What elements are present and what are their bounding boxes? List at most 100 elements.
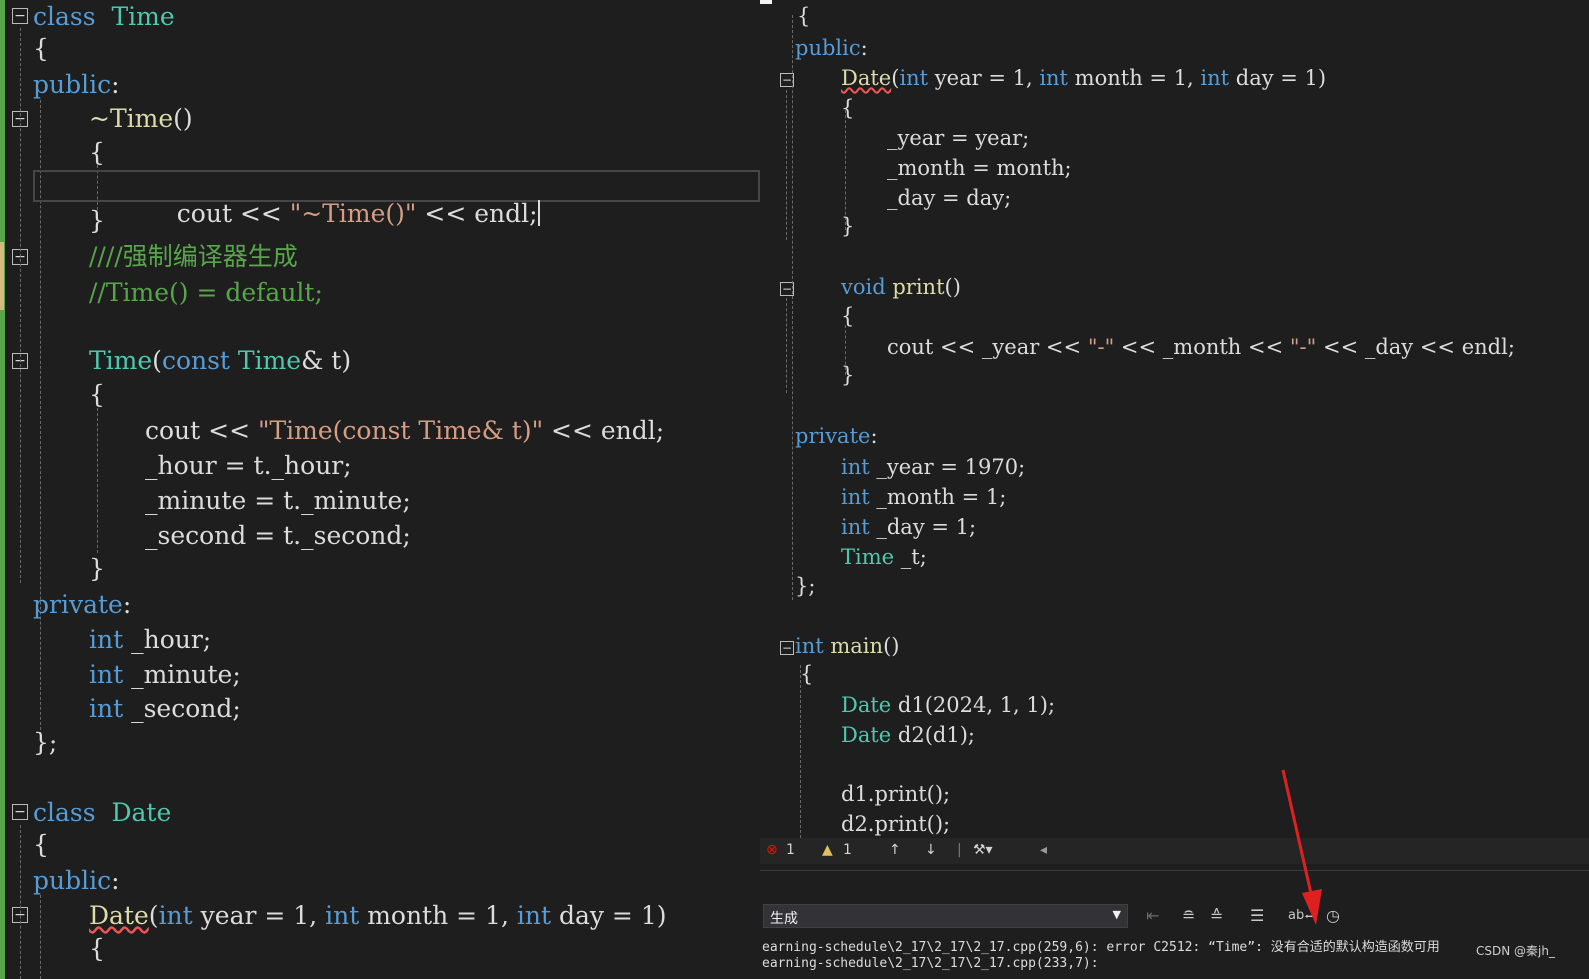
code-token: d1.print(); (841, 782, 951, 806)
separator: | (957, 842, 962, 858)
left-code-editor[interactable]: − − − − − − class Time { public: ~Time()… (0, 0, 760, 979)
code-line: int main() (795, 636, 899, 657)
code-token: int (795, 634, 824, 658)
code-line: { (89, 936, 105, 961)
code-line: _year = year; (887, 128, 1029, 149)
code-token: year = 1, (928, 66, 1040, 90)
output-panel: 生成 ▼ ⇤ ≘ ≙ ☰ ab⮐ ◷ earning-schedule\2_17… (760, 864, 1589, 979)
next-message-icon[interactable]: ≙ (1210, 906, 1223, 925)
code-token: int (899, 66, 929, 90)
code-line: cout << _year << "-" << _month << "-" <<… (887, 337, 1515, 358)
code-token: _second = t._second; (145, 521, 411, 550)
code-token: main (830, 634, 884, 658)
code-token: int (841, 485, 870, 509)
code-token: _t; (894, 545, 927, 569)
code-line: { (841, 98, 854, 119)
code-token: << _month << (1114, 335, 1290, 359)
output-source-label: 生成 (770, 911, 798, 927)
code-token: _hour = t._hour; (145, 451, 352, 480)
code-token: _minute; (123, 660, 241, 689)
output-line: earning-schedule\2_17\2_17\2_17.cpp(259,… (762, 940, 1440, 955)
output-source-select[interactable]: 生成 ▼ (763, 904, 1128, 928)
code-line: int _day = 1; (841, 517, 976, 538)
code-line: { (841, 306, 854, 327)
code-token: } (89, 206, 105, 235)
code-token: { (797, 4, 811, 28)
code-line: ~Time() (89, 106, 193, 131)
code-token: day = 1) (551, 901, 667, 930)
code-token: { (800, 662, 814, 686)
output-line: earning-schedule\2_17\2_17\2_17.cpp(233,… (762, 956, 1099, 971)
code-token: { (89, 380, 105, 409)
clock-icon[interactable]: ◷ (1326, 906, 1340, 925)
panel-divider (760, 870, 1589, 871)
code-token: cout << (145, 416, 258, 445)
unsaved-change-marker (0, 242, 4, 310)
code-token: int (89, 660, 124, 689)
code-line: Time _t; (841, 547, 927, 568)
code-token: } (841, 214, 855, 238)
code-line: _second = t._second; (145, 523, 411, 548)
code-token: month = 1, (359, 901, 517, 930)
code-token: _second; (123, 694, 241, 723)
code-line: _minute = t._minute; (145, 488, 411, 513)
indent-guide (792, 15, 793, 600)
indent-guide (97, 408, 98, 553)
code-line: Date(int year = 1, int month = 1, int da… (841, 68, 1326, 89)
x-circle-icon[interactable]: ⊗ (766, 842, 778, 858)
previous-message-icon[interactable]: ≘ (1182, 906, 1195, 925)
code-token: << _day << endl; (1316, 335, 1515, 359)
error-list-bar: ⊗ 1 ▲ 1 ↑ ↓ | ⚒▾ ◂ (760, 838, 1589, 864)
warning-icon[interactable]: ▲ (822, 842, 833, 858)
clear-all-icon[interactable]: ☰ (1250, 906, 1264, 925)
arrow-down-icon[interactable]: ↓ (925, 842, 937, 858)
code-line: int _year = 1970; (841, 457, 1025, 478)
code-line: public: (33, 868, 120, 893)
right-code-editor[interactable]: − − − { public: Date(int year = 1, int m… (772, 0, 1589, 848)
find-message-icon[interactable]: ⇤ (1146, 906, 1159, 925)
brush-icon[interactable]: ⚒▾ (973, 842, 993, 858)
code-line: int _hour; (89, 627, 211, 652)
code-line: public: (33, 72, 120, 97)
warning-count[interactable]: 1 (843, 842, 852, 858)
code-token: cout << (176, 199, 290, 228)
code-line: private: (33, 592, 131, 617)
code-line: class Date (33, 800, 171, 825)
code-token: _hour; (123, 625, 212, 654)
code-line: ////强制编译器生成 (89, 244, 298, 269)
code-line: private: (795, 426, 878, 447)
code-token: cout << _year << (887, 335, 1088, 359)
code-token: int (89, 694, 124, 723)
fold-toggle-main[interactable]: − (780, 641, 794, 655)
code-token: ( (152, 346, 162, 375)
code-token: } (89, 554, 105, 583)
code-token: & t) (301, 346, 352, 375)
split-divider[interactable] (760, 0, 772, 848)
fold-toggle-class-date[interactable]: − (12, 804, 28, 820)
code-token: _year = year; (887, 126, 1030, 150)
code-line: Date d1(2024, 1, 1); (841, 695, 1055, 716)
code-token: "-" (1087, 335, 1115, 359)
code-line: }; (795, 576, 815, 597)
outline-guide (786, 298, 787, 393)
code-token: : (111, 70, 120, 99)
error-count[interactable]: 1 (786, 842, 795, 858)
code-token: "~Time()" (289, 199, 417, 228)
fold-toggle-class-time[interactable]: − (12, 8, 28, 24)
code-token: year = 1, (192, 901, 326, 930)
arrow-up-icon[interactable]: ↑ (889, 842, 901, 858)
scroll-left-icon[interactable]: ◂ (1040, 842, 1047, 858)
code-token: : (122, 590, 132, 619)
code-token: () (883, 634, 900, 658)
word-wrap-icon[interactable]: ab⮐ (1288, 906, 1316, 928)
code-token: int (1039, 66, 1068, 90)
code-token: _month = 1; (869, 485, 1007, 509)
code-line: { (89, 382, 105, 407)
code-token: void (841, 275, 886, 299)
code-token: month = 1, (1068, 66, 1201, 90)
code-token: public (33, 866, 112, 895)
code-token: "-" (1289, 335, 1317, 359)
code-token: //Time() = default; (89, 278, 323, 307)
code-token: d2.print(); (841, 812, 951, 836)
code-line: int _second; (89, 696, 241, 721)
